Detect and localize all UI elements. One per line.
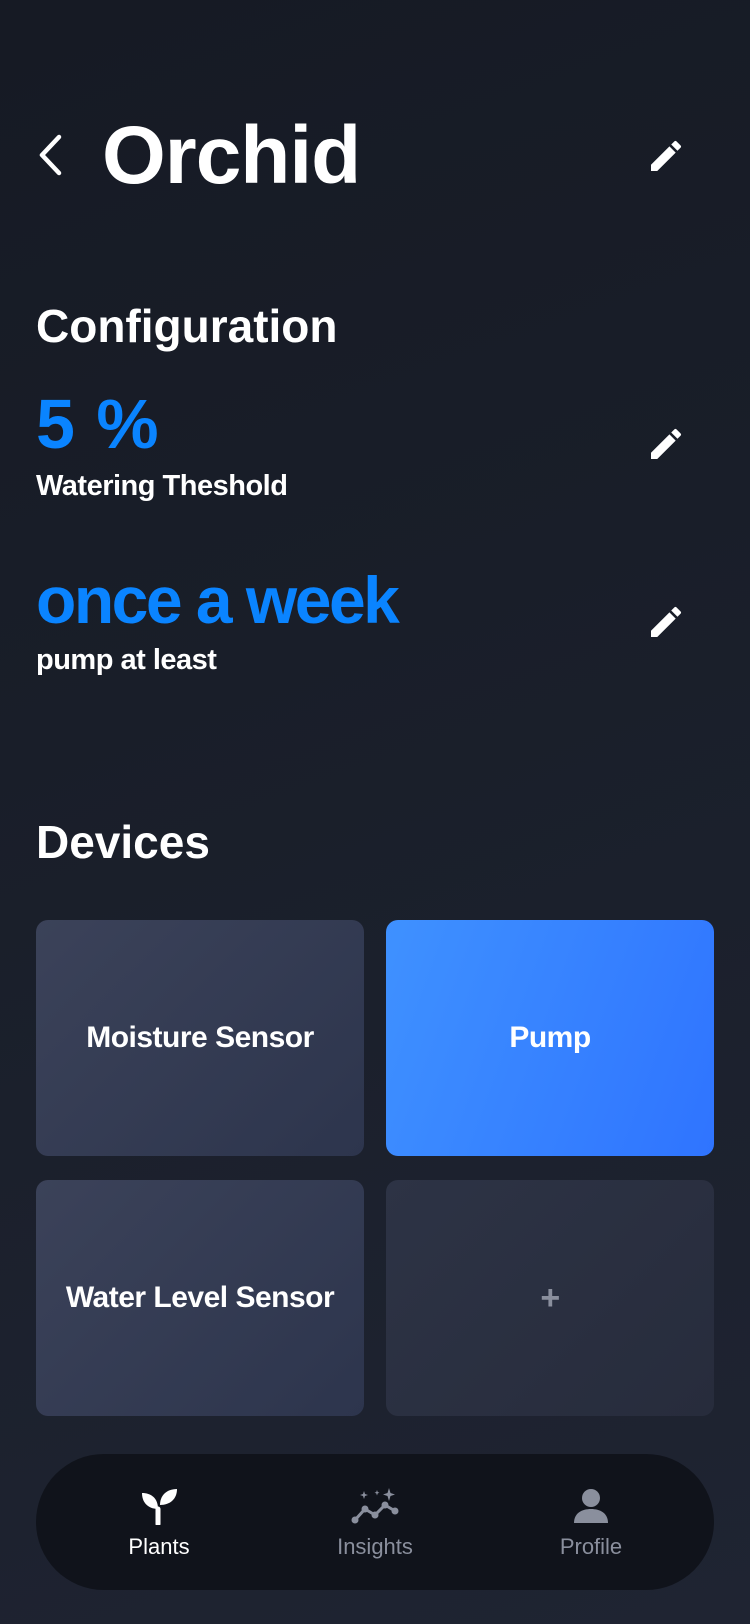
plus-icon: + — [540, 1278, 560, 1317]
pump-frequency-value: once a week — [36, 563, 400, 637]
back-button[interactable] — [28, 130, 72, 180]
edit-plant-button[interactable] — [640, 130, 692, 182]
tab-insights[interactable]: Insights — [275, 1454, 475, 1590]
pump-frequency-label: pump at least — [36, 644, 217, 676]
tab-label: Plants — [128, 1534, 190, 1559]
tab-plants[interactable]: Plants — [59, 1454, 259, 1590]
configuration-heading: Configuration — [36, 300, 338, 352]
device-tile-label: Water Level Sensor — [65, 1281, 335, 1314]
edit-threshold-button[interactable] — [640, 418, 692, 470]
watering-threshold-value: 5 % — [36, 385, 160, 463]
tab-bar: Plants Insights Profile — [36, 1454, 714, 1590]
edit-frequency-button[interactable] — [640, 596, 692, 648]
add-device-button[interactable]: + — [386, 1180, 714, 1416]
pencil-icon — [651, 606, 682, 637]
devices-heading: Devices — [36, 816, 210, 868]
header: Orchid — [0, 100, 750, 210]
sparkle-chart-icon — [351, 1486, 399, 1526]
device-tile-moisture-sensor[interactable]: Moisture Sensor — [36, 920, 364, 1156]
tab-label: Insights — [337, 1534, 413, 1559]
sprout-icon — [135, 1486, 183, 1526]
chevron-left-icon — [39, 134, 62, 176]
device-tile-label: Pump — [509, 1021, 591, 1054]
tab-profile[interactable]: Profile — [491, 1454, 691, 1590]
watering-threshold-label: Watering Theshold — [36, 470, 288, 502]
device-tile-label: Moisture Sensor — [86, 1021, 314, 1054]
device-tile-pump[interactable]: Pump — [386, 920, 714, 1156]
device-tile-water-level-sensor[interactable]: Water Level Sensor — [36, 1180, 364, 1416]
pencil-icon — [651, 140, 682, 171]
pencil-icon — [651, 428, 682, 459]
tab-label: Profile — [559, 1534, 623, 1559]
page-title: Orchid — [102, 110, 361, 201]
person-icon — [567, 1486, 615, 1526]
